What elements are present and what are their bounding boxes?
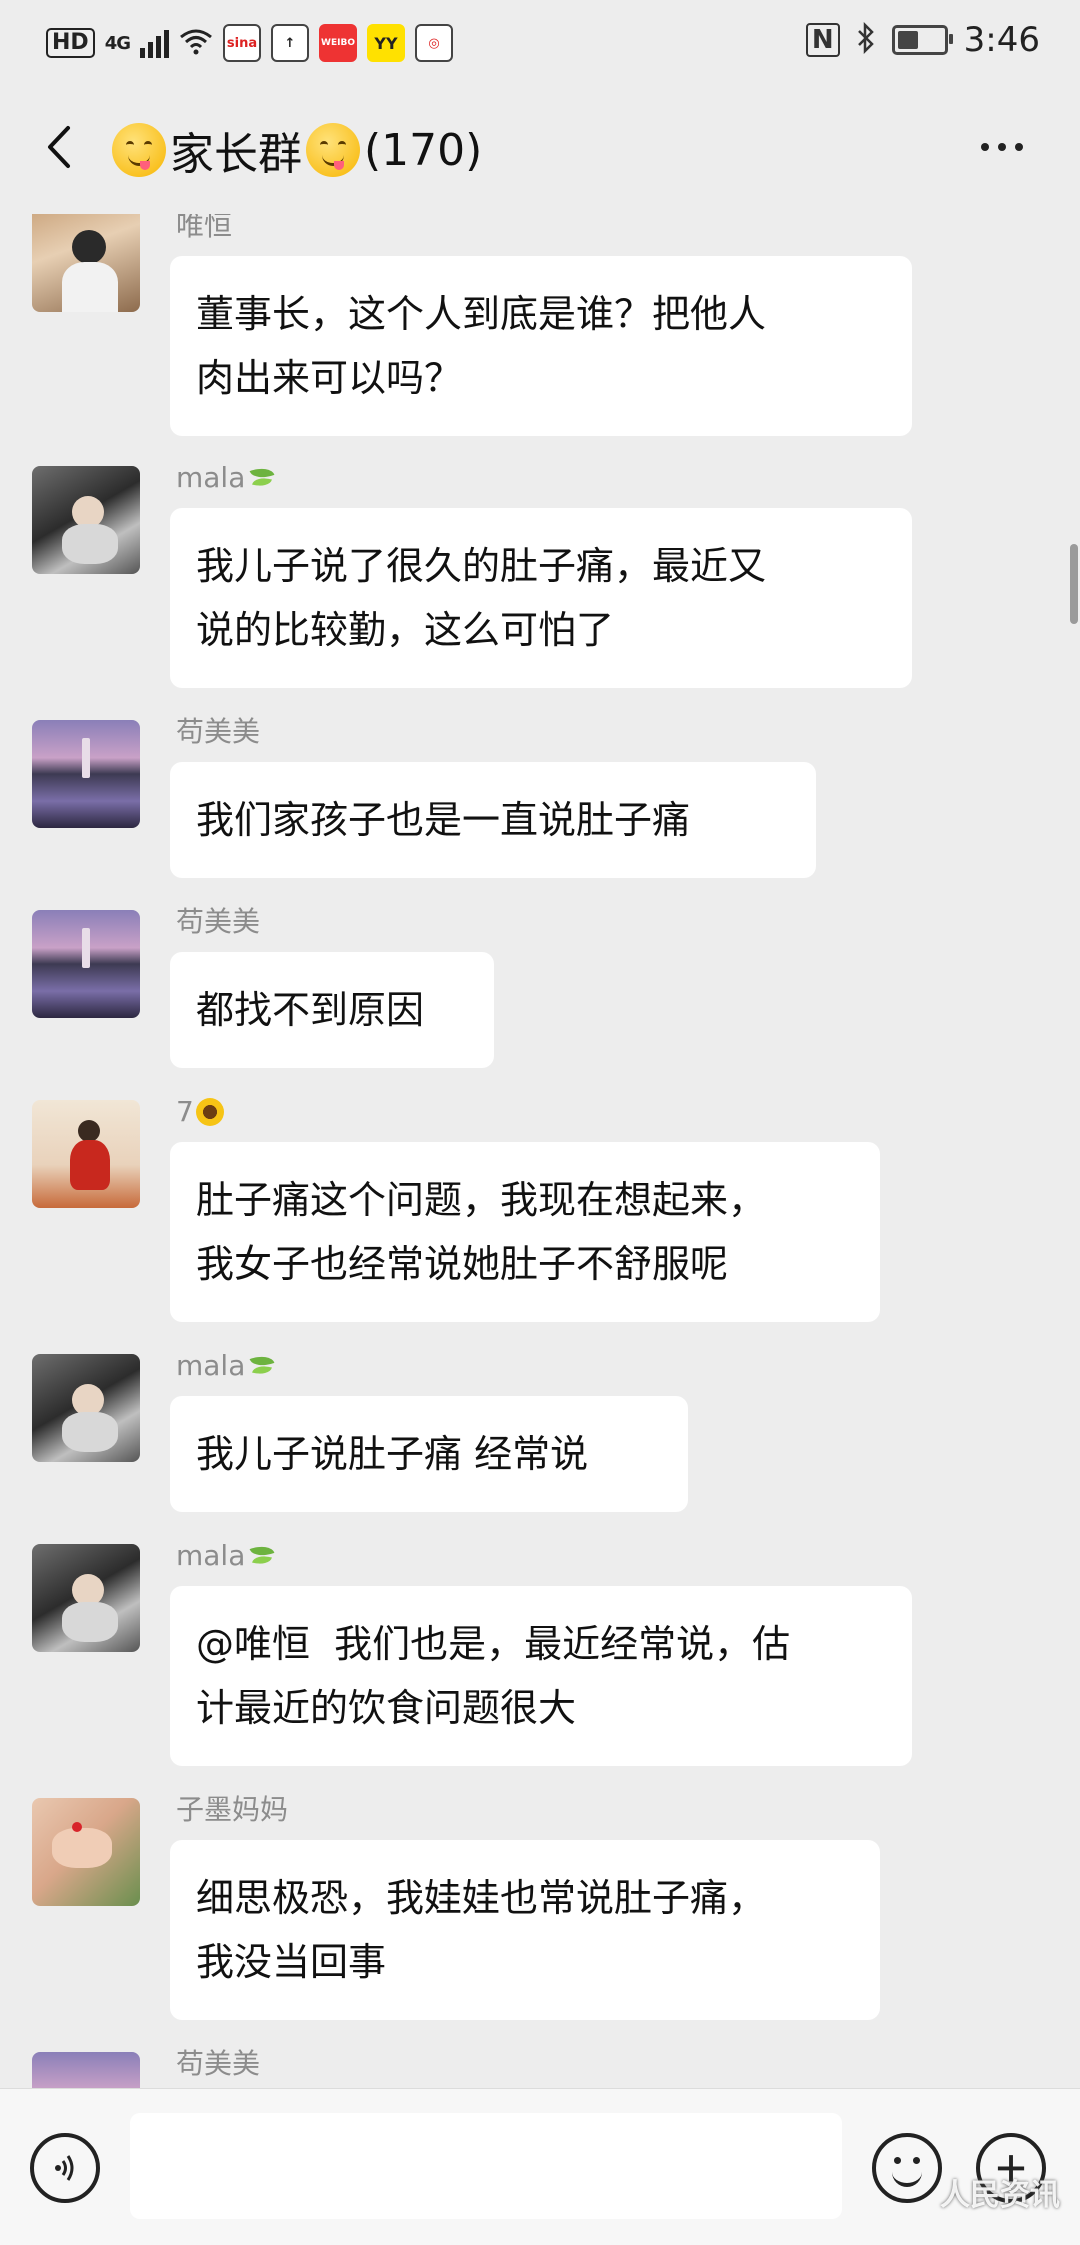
network-type: 4G <box>104 32 131 54</box>
sender-name: 苟美美 <box>176 905 261 938</box>
chat-message-list[interactable]: 唯恒 董事长，这个人到底是谁？把他人 肉出来可以吗？ mala 我儿子说了很久的… <box>0 214 1080 2088</box>
upload-icon: ↑ <box>271 24 309 62</box>
chat-header: 家长群 (170) <box>0 84 1080 214</box>
sender-name: 7 <box>176 1094 224 1130</box>
group-name: 家长群 <box>170 129 302 180</box>
chevron-left-icon[interactable] <box>34 122 84 172</box>
avatar[interactable] <box>32 214 140 312</box>
message-bubble[interactable]: 我儿子说了很久的肚子痛，最近又 说的比较勤，这么可怕了 <box>170 508 912 688</box>
input-bar: + <box>0 2088 1080 2245</box>
message-bubble[interactable]: 我儿子说肚子痛 经常说 <box>170 1396 688 1512</box>
leaf-icon <box>247 1543 277 1569</box>
message-bubble[interactable]: 我们家孩子也是一直说肚子痛 <box>170 762 816 878</box>
message-bubble[interactable]: 都找不到原因 <box>170 952 494 1068</box>
status-left: HD 4G sina ↑ WEIBO YY ◎ <box>46 24 453 62</box>
yy-icon: YY <box>367 24 405 62</box>
sender-name: mala <box>176 1538 277 1574</box>
avatar[interactable] <box>32 910 140 1018</box>
voice-icon[interactable] <box>30 2133 100 2203</box>
hd-indicator: HD <box>46 28 95 58</box>
emoji-icon[interactable] <box>872 2133 942 2203</box>
nfc-icon: N <box>805 23 840 57</box>
savoring-face-emoji-icon <box>112 123 166 177</box>
avatar[interactable] <box>32 1100 140 1208</box>
bluetooth-icon <box>856 21 876 58</box>
sender-name: mala <box>176 1348 277 1384</box>
battery-level <box>897 31 918 49</box>
leaf-icon <box>247 465 277 491</box>
sender-name: 唯恒 <box>176 214 233 242</box>
more-dots-icon[interactable] <box>972 132 1032 162</box>
message-bubble[interactable]: 细思极恐，我娃娃也常说肚子痛， 我没当回事 <box>170 1840 880 2020</box>
sender-name: 苟美美 <box>176 2047 261 2080</box>
avatar[interactable] <box>32 1544 140 1652</box>
scrollbar[interactable] <box>1070 544 1078 624</box>
sender-name: 子墨妈妈 <box>176 1793 289 1826</box>
avatar[interactable] <box>32 720 140 828</box>
sunflower-icon <box>195 1098 224 1126</box>
avatar[interactable] <box>32 466 140 574</box>
clock-time: 3:46 <box>963 20 1040 60</box>
message-bubble[interactable]: @唯恒 我们也是，最近经常说，估 计最近的饮食问题很大 <box>170 1586 912 1766</box>
watermark: 人民资讯 <box>940 2178 1060 2213</box>
page-title[interactable]: 家长群 (170) <box>108 120 482 180</box>
wifi-icon <box>179 27 213 59</box>
status-bar: HD 4G sina ↑ WEIBO YY ◎ N 3:46 <box>0 0 1080 84</box>
message-bubble[interactable]: 董事长，这个人到底是谁？把他人 肉出来可以吗？ <box>170 256 912 436</box>
sender-name: mala <box>176 460 277 496</box>
weibo-icon: WEIBO <box>319 24 357 62</box>
savoring-face-emoji-icon <box>306 123 360 177</box>
message-input[interactable] <box>130 2113 842 2219</box>
avatar[interactable] <box>32 1798 140 1906</box>
status-right: N 3:46 <box>805 20 1040 60</box>
sina-icon: sina <box>223 24 261 62</box>
signal-icon <box>140 28 169 58</box>
sender-name: 苟美美 <box>176 715 261 748</box>
message-bubble[interactable]: 肚子痛这个问题，我现在想起来， 我女子也经常说她肚子不舒服呢 <box>170 1142 880 1322</box>
avatar[interactable] <box>32 2052 140 2088</box>
avatar[interactable] <box>32 1354 140 1462</box>
member-count: (170) <box>364 124 483 176</box>
battery-icon <box>891 25 953 55</box>
leaf-icon <box>247 1353 277 1379</box>
weibo-red-icon: ◎ <box>415 24 453 62</box>
